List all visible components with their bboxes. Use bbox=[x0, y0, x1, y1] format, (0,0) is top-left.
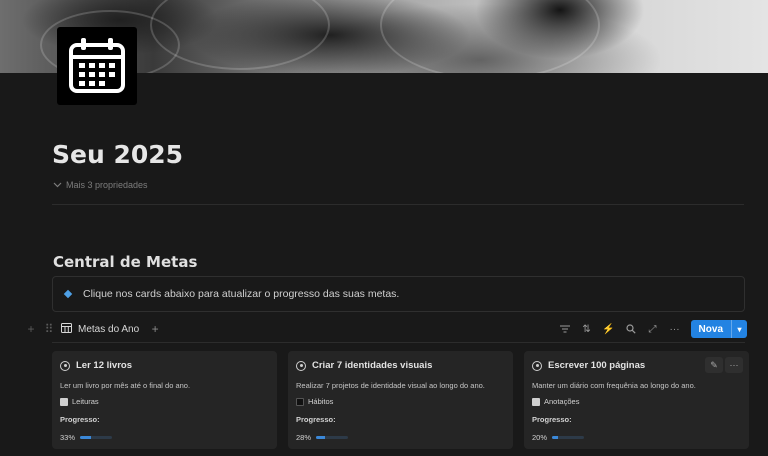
progress-label: Progresso: bbox=[296, 415, 336, 424]
calendar-icon bbox=[69, 38, 125, 93]
notes-icon bbox=[532, 397, 540, 406]
page-title[interactable]: Seu 2025 bbox=[52, 140, 183, 169]
database-toolbar: + ⠿ Metas do Ano + ⇅ ⚡ ⤢ ··· Nova ▾ bbox=[25, 318, 747, 340]
add-block-icon[interactable]: + bbox=[25, 322, 37, 336]
gallery: Ler 12 livros Ler um livro por mês até o… bbox=[52, 351, 749, 449]
goal-card[interactable]: Escrever 100 páginas Manter um diário co… bbox=[524, 351, 749, 449]
card-relation[interactable]: Hábitos bbox=[308, 397, 333, 406]
lightning-icon[interactable]: ⚡ bbox=[602, 323, 614, 335]
goal-card[interactable]: Ler 12 livros Ler um livro por mês até o… bbox=[52, 351, 277, 449]
card-title: Criar 7 identidades visuais bbox=[312, 360, 433, 371]
progress-label: Progresso: bbox=[532, 415, 572, 424]
card-title: Ler 12 livros bbox=[76, 360, 132, 371]
diamond-icon bbox=[63, 289, 73, 299]
new-button[interactable]: Nova ▾ bbox=[690, 320, 747, 338]
progress-bar bbox=[552, 436, 585, 439]
divider bbox=[52, 204, 744, 205]
chevron-down-icon[interactable]: ▾ bbox=[731, 320, 747, 338]
table-icon bbox=[61, 322, 72, 336]
properties-toggle[interactable]: Mais 3 propriedades bbox=[53, 180, 148, 190]
progress-text: 20% bbox=[532, 433, 548, 442]
progress-bar bbox=[316, 436, 349, 439]
card-description: Manter um diário com frequênia ao longo … bbox=[532, 381, 696, 390]
search-icon[interactable] bbox=[625, 323, 637, 335]
more-icon[interactable]: ··· bbox=[669, 323, 681, 335]
calendar-page-icon[interactable] bbox=[57, 27, 137, 105]
sort-icon[interactable]: ⇅ bbox=[581, 323, 593, 335]
progress-bar bbox=[80, 436, 113, 439]
chevron-down-icon bbox=[53, 180, 62, 190]
callout[interactable]: Clique nos cards abaixo para atualizar o… bbox=[52, 276, 745, 312]
view-tab-metas-do-ano[interactable]: Metas do Ano bbox=[78, 324, 139, 335]
card-relation[interactable]: Anotações bbox=[544, 397, 579, 406]
card-title: Escrever 100 páginas bbox=[548, 360, 646, 371]
card-description: Realizar 7 projetos de identidade visual… bbox=[296, 381, 485, 390]
target-icon bbox=[296, 360, 306, 371]
divider bbox=[52, 342, 745, 343]
drag-handle-icon[interactable]: ⠿ bbox=[43, 322, 55, 336]
section-heading[interactable]: Central de Metas bbox=[53, 253, 197, 271]
target-icon bbox=[60, 360, 70, 371]
cover-swirl bbox=[380, 0, 600, 73]
goal-card[interactable]: Criar 7 identidades visuais Realizar 7 p… bbox=[288, 351, 513, 449]
expand-icon[interactable]: ⤢ bbox=[647, 323, 659, 335]
progress-label: Progresso: bbox=[60, 415, 100, 424]
callout-text: Clique nos cards abaixo para atualizar o… bbox=[83, 288, 400, 300]
card-relation[interactable]: Leituras bbox=[72, 397, 99, 406]
habit-icon bbox=[296, 397, 304, 406]
more-icon[interactable]: ··· bbox=[725, 357, 743, 373]
target-icon bbox=[532, 360, 542, 371]
properties-toggle-label: Mais 3 propriedades bbox=[66, 180, 148, 190]
edit-icon[interactable]: ✎ bbox=[705, 357, 723, 373]
card-description: Ler um livro por mês até o final do ano. bbox=[60, 381, 191, 390]
progress-text: 33% bbox=[60, 433, 76, 442]
filter-icon[interactable] bbox=[559, 323, 571, 335]
books-icon bbox=[60, 397, 68, 406]
add-view-icon[interactable]: + bbox=[149, 322, 161, 336]
progress-text: 28% bbox=[296, 433, 312, 442]
